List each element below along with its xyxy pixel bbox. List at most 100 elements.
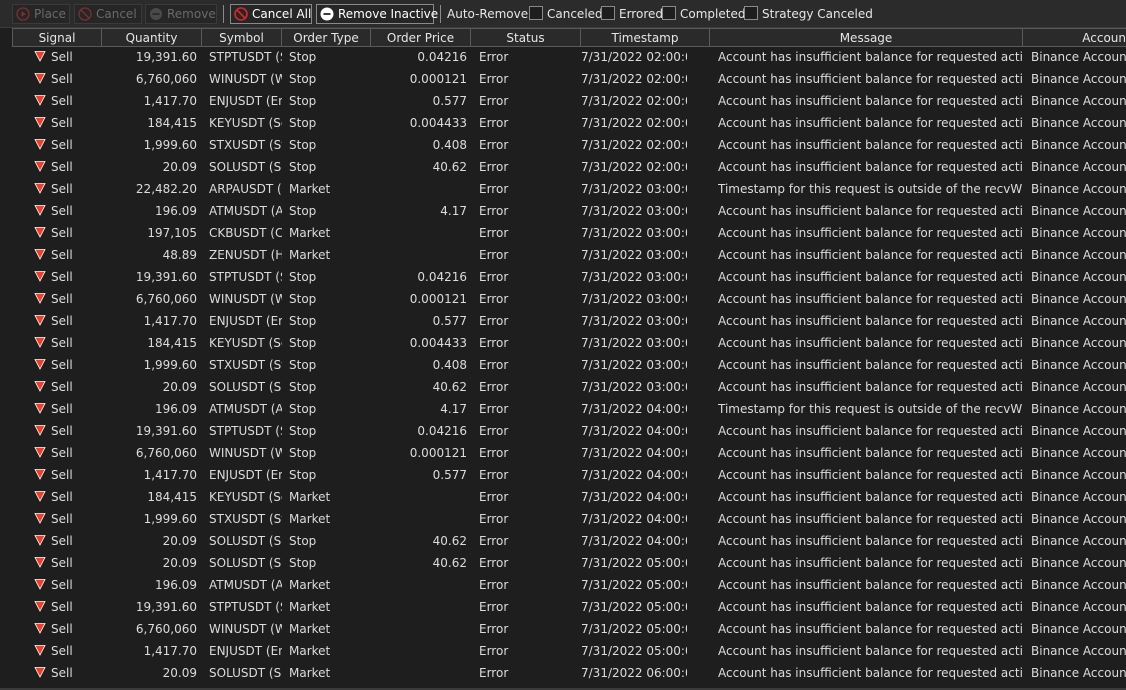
quantity-cell: 196.09 [155,578,197,592]
signal-cell: Sell [51,292,73,306]
symbol-cell: SOLUSDT (Sc [209,534,282,548]
signal-cell: Sell [51,446,73,460]
remove-button[interactable]: Remove [145,4,217,24]
symbol-cell: SOLUSDT (Sc [209,556,282,570]
table-row[interactable]: Sell 184,415 KEYUSDT (Se Market Error 7/31/20… [12,486,1126,508]
quantity-cell: 19,391.60 [135,600,197,614]
account-cell: Binance Account [1031,424,1126,438]
order-type-cell: Stop [289,94,317,108]
quantity-cell: 1,417.70 [143,94,197,108]
table-row[interactable]: Sell 1,417.70 ENJUSDT (En Stop 0.577 Error 7/3… [12,90,1126,112]
table-row[interactable]: Sell 48.89 ZENUSDT (H Market Error 7/31/2022 … [12,244,1126,266]
table-row[interactable]: Sell 196.09 ATMUSDT (A Stop 4.17 Error 7/31/20… [12,398,1126,420]
timestamp-cell: 7/31/2022 03:00:03 [581,204,687,218]
place-button[interactable]: Place [12,4,70,24]
remove-inactive-label: Remove Inactive [338,7,439,21]
table-row[interactable]: Sell 197,105 CKBUSDT (Cl Market Error 7/31/20… [12,222,1126,244]
table-row[interactable]: Sell 6,760,060 WINUSDT (W Stop 0.000121 Error… [12,442,1126,464]
table-row[interactable]: Sell 184,415 KEYUSDT (Se Stop 0.004433 Error 7… [12,332,1126,354]
symbol-cell: KEYUSDT (Se [209,336,282,350]
order-price-cell [371,596,467,618]
order-price-cell [371,574,467,596]
message-cell: Account has insufficient balance for req… [718,578,1023,592]
column-header-quantity[interactable]: Quantity [102,28,202,46]
timestamp-cell: 7/31/2022 03:00:03 [581,182,687,196]
table-row[interactable]: Sell 20.09 SOLUSDT (Sc Stop 40.62 Error 7/31/2… [12,530,1126,552]
table-row[interactable]: Sell 19,391.60 STPTUSDT (S Stop 0.04216 Error… [12,420,1126,442]
message-cell: Account has insufficient balance for req… [718,666,1023,680]
table-row[interactable]: Sell 1,999.60 STXUSDT (Sta Stop 0.408 Error 7/… [12,134,1126,156]
table-row[interactable]: Sell 19,391.60 STPTUSDT (S Stop 0.04216 Error… [12,46,1126,68]
status-cell: Error [479,270,509,284]
account-cell: Binance Account [1031,336,1126,350]
message-cell: Account has insufficient balance for req… [718,644,1023,658]
strategy-canceled-checkbox[interactable] [744,6,758,20]
quantity-cell: 1,417.70 [143,468,197,482]
column-header-order-price[interactable]: Order Price [371,28,471,46]
status-cell: Error [479,666,509,680]
symbol-cell: CKBUSDT (Cl [209,226,282,240]
table-row[interactable]: Sell 19,391.60 STPTUSDT (S Market Error 7/31/… [12,596,1126,618]
play-circle-icon [16,7,30,21]
table-row[interactable]: Sell 1,999.60 STXUSDT (Sta Stop 0.408 Error 7/… [12,354,1126,376]
signal-cell: Sell [51,644,73,658]
table-row[interactable]: Sell 1,999.60 STXUSDT (Sta Market Error 7/31/… [12,508,1126,530]
account-cell: Binance Account [1031,358,1126,372]
quantity-cell: 196.09 [155,204,197,218]
column-header-timestamp[interactable]: Timestamp [581,28,710,46]
order-type-cell: Market [289,622,331,636]
quantity-cell: 6,760,060 [135,446,197,460]
timestamp-cell: 7/31/2022 02:00:02 [581,160,687,174]
message-cell: Account has insufficient balance for req… [718,270,1023,284]
account-cell: Binance Account [1031,578,1126,592]
cancel-all-button[interactable]: Cancel All [230,4,312,24]
table-row[interactable]: Sell 196.09 ATMUSDT (A Market Error 7/31/2022… [12,574,1126,596]
order-price-cell: 0.000121 [409,446,467,460]
remove-inactive-button[interactable]: Remove Inactive [316,4,438,24]
cancel-circle-icon [234,7,248,21]
account-cell: Binance Account [1031,666,1126,680]
errored-checkbox[interactable] [601,6,615,20]
table-row[interactable]: Sell 6,760,060 WINUSDT (W Stop 0.000121 Error… [12,288,1126,310]
cancel-button[interactable]: Cancel [74,4,142,24]
message-cell: Account has insufficient balance for req… [718,226,1023,240]
table-row[interactable]: Sell 20.09 SOLUSDT (Sc Stop 40.62 Error 7/31/2… [12,156,1126,178]
table-row[interactable]: Sell 20.09 SOLUSDT (Sc Stop 40.62 Error 7/31/2… [12,376,1126,398]
column-header-message[interactable]: Message [710,28,1023,46]
status-cell: Error [479,446,509,460]
order-price-cell: 0.577 [432,468,467,482]
quantity-cell: 6,760,060 [135,292,197,306]
sell-arrow-icon [34,90,48,112]
column-header-account[interactable]: Accoun [1023,28,1126,46]
order-price-cell [371,178,467,200]
table-row[interactable]: Sell 6,760,060 WINUSDT (W Market Error 7/31/2… [12,618,1126,640]
column-header-signal[interactable]: Signal [12,28,102,46]
column-header-symbol[interactable]: Symbol [202,28,282,46]
order-price-cell [371,662,467,684]
table-row[interactable]: Sell 196.09 ATMUSDT (A Stop 4.17 Error 7/31/20… [12,200,1126,222]
table-row[interactable]: Sell 1,417.70 ENJUSDT (En Stop 0.577 Error 7/3… [12,464,1126,486]
minus-circle-icon [149,7,163,21]
order-price-cell: 0.04216 [417,424,467,438]
timestamp-cell: 7/31/2022 05:00:02 [581,578,687,592]
quantity-cell: 20.09 [162,666,197,680]
account-cell: Binance Account [1031,446,1126,460]
symbol-cell: ENJUSDT (En [209,644,282,658]
order-price-cell: 40.62 [432,160,467,174]
table-row[interactable]: Sell 20.09 SOLUSDT (Sc Market Error 7/31/2022… [12,662,1126,684]
signal-cell: Sell [51,72,73,86]
account-cell: Binance Account [1031,468,1126,482]
table-row[interactable]: Sell 184,415 KEYUSDT (Se Stop 0.004433 Error 7… [12,112,1126,134]
table-row[interactable]: Sell 1,417.70 ENJUSDT (En Stop 0.577 Error 7/3… [12,310,1126,332]
table-row[interactable]: Sell 20.09 SOLUSDT (Sc Stop 40.62 Error 7/31/2… [12,552,1126,574]
column-header-order-type[interactable]: Order Type [282,28,371,46]
completed-checkbox[interactable] [662,6,676,20]
column-header-status[interactable]: Status [471,28,581,46]
table-row[interactable]: Sell 6,760,060 WINUSDT (W Stop 0.000121 Error… [12,68,1126,90]
table-row[interactable]: Sell 22,482.20 ARPAUSDT (A Market Error 7/31/… [12,178,1126,200]
quantity-cell: 184,415 [147,116,197,130]
table-row[interactable]: Sell 19,391.60 STPTUSDT (S Stop 0.04216 Error… [12,266,1126,288]
canceled-checkbox[interactable] [529,6,543,20]
table-row[interactable]: Sell 1,417.70 ENJUSDT (En Market Error 7/31/2… [12,640,1126,662]
timestamp-cell: 7/31/2022 04:00:02 [581,490,687,504]
